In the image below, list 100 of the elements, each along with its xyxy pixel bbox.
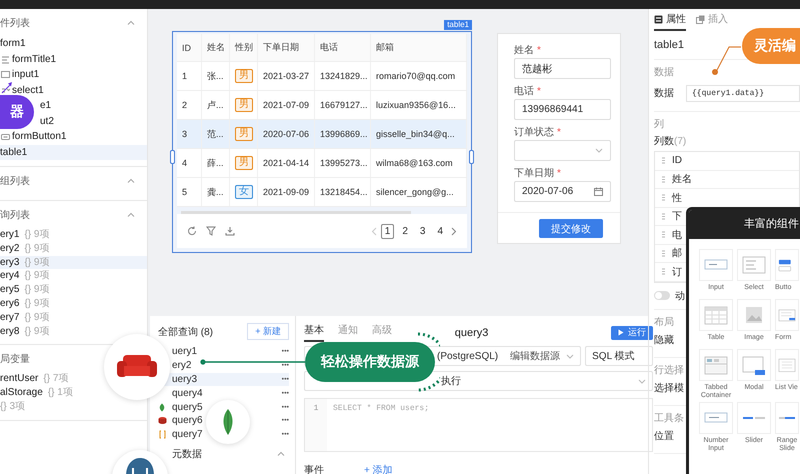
table-widget[interactable] <box>172 31 472 253</box>
select-field[interactable] <box>514 140 611 161</box>
properties-icon <box>654 14 663 24</box>
braces-icon <box>158 430 167 440</box>
variable-name[interactable]: ery6 <box>0 296 20 311</box>
table-cell: 13996869... <box>315 120 371 148</box>
table-cell: 4 <box>177 149 202 177</box>
column-item[interactable]: 下 <box>672 209 682 224</box>
component-tile[interactable] <box>737 299 771 331</box>
component-tile[interactable] <box>699 402 733 434</box>
insert-icon <box>696 14 705 24</box>
tree-item[interactable]: table1 <box>0 144 147 160</box>
table-cell: 薛... <box>202 149 230 177</box>
item-count: {} 9项 <box>24 228 50 242</box>
tab[interactable]: 属性 <box>654 12 686 31</box>
new-button[interactable]: + 新建 <box>247 323 289 340</box>
drag-handle-icon <box>661 212 666 220</box>
resize-handle[interactable] <box>170 150 175 164</box>
filter-icon <box>206 226 216 236</box>
column-item[interactable]: 姓名 <box>672 172 692 186</box>
page-button[interactable]: 3 <box>416 224 430 238</box>
page-button[interactable]: 2 <box>398 224 412 238</box>
add-link[interactable]: + 添加 <box>364 463 393 474</box>
text-icon <box>1 54 10 64</box>
component-tile[interactable] <box>775 349 799 381</box>
field-label: 列数 <box>654 136 674 147</box>
chevron-down-icon <box>638 378 646 384</box>
section-title: 件列表 <box>0 16 30 30</box>
variable-name[interactable]: ery8 <box>0 324 20 338</box>
column-header: 邮箱 <box>371 34 467 61</box>
variable-name[interactable]: ery7 <box>0 310 20 325</box>
section-title: 布局 <box>654 316 674 330</box>
column-item[interactable]: ID <box>672 155 682 166</box>
component-tile[interactable] <box>775 299 799 331</box>
input-field[interactable]: 范越彬 <box>514 58 611 79</box>
run-button[interactable]: 运行 <box>611 326 654 340</box>
tree-item[interactable]: input1 <box>12 67 40 82</box>
tree-item[interactable]: formButton1 <box>12 129 66 144</box>
input-field[interactable]: 13996869441 <box>514 99 611 120</box>
gender-tag: 男 <box>235 156 253 170</box>
variable-name[interactable]: rentUser <box>0 372 38 386</box>
component-tile[interactable] <box>737 349 771 381</box>
table-cell: 2 <box>177 91 202 119</box>
drag-handle-icon <box>661 231 666 238</box>
leader-line <box>710 46 744 76</box>
column-item[interactable]: 订 <box>672 264 682 279</box>
drag-handle-icon <box>661 176 666 183</box>
item-count: {} 9项 <box>24 283 50 297</box>
edit-link[interactable]: 编辑数据源 <box>510 349 560 363</box>
query-item[interactable]: query7 <box>172 429 203 440</box>
component-tile[interactable] <box>775 402 799 434</box>
item-count: {} 9项 <box>24 296 50 311</box>
table-cell: gisselle_bin34@q... <box>371 120 467 148</box>
page-button[interactable]: 1 <box>380 224 394 238</box>
resize-handle[interactable] <box>469 150 474 164</box>
tree-item[interactable]: select1 <box>12 82 44 98</box>
query-item[interactable]: query5 <box>172 402 203 413</box>
data-field[interactable]: {{query1.data}} <box>686 84 800 102</box>
section-title: 元数据 <box>172 448 202 461</box>
variable-name[interactable]: ery4 <box>0 269 20 284</box>
gender-tag: 女 <box>235 185 253 199</box>
tree-item[interactable]: formTitle1 <box>12 52 56 67</box>
variable-name[interactable]: alStorage <box>0 386 43 400</box>
column-item[interactable]: 性 <box>672 190 682 205</box>
table-cell: 2021-07-09 <box>258 91 315 119</box>
item-count: {} 1项 <box>48 386 73 400</box>
component-tile[interactable] <box>699 249 733 281</box>
submit-button[interactable]: 提交修改 <box>539 219 603 238</box>
variable-name[interactable]: ery3 <box>0 256 20 270</box>
item-count: {} 7项 <box>43 372 68 386</box>
query-item[interactable]: uery1 <box>172 346 198 358</box>
component-tile[interactable] <box>699 349 733 381</box>
query-item[interactable]: query4 <box>172 388 203 399</box>
item-count: {} 9项 <box>24 310 50 325</box>
tree-item[interactable]: form1 <box>0 36 147 52</box>
calendar-icon <box>594 187 603 196</box>
query-item[interactable]: uery3 <box>172 374 198 385</box>
column-item[interactable]: 邮 <box>672 246 682 260</box>
field-label: 订单状态 <box>514 126 554 139</box>
page-button[interactable]: 4 <box>433 224 447 238</box>
variable-name[interactable]: ery2 <box>0 242 20 256</box>
variable-name[interactable]: ery1 <box>0 228 20 242</box>
column-item[interactable]: 电 <box>672 228 682 242</box>
table-cell: 卢... <box>202 91 230 119</box>
tree-item[interactable]: e1 <box>40 98 52 114</box>
table-cell: 2020-07-06 <box>258 120 315 148</box>
date-field[interactable]: 2020-07-06 <box>514 181 611 202</box>
query-item[interactable]: ery2 <box>172 360 192 372</box>
toggle-switch[interactable] <box>654 291 670 300</box>
tree-item[interactable]: ut2 <box>40 114 54 129</box>
download-icon <box>225 226 235 236</box>
variable-name[interactable]: ery5 <box>0 283 20 297</box>
query-item[interactable]: query6 <box>172 415 203 426</box>
component-tile[interactable] <box>737 249 771 281</box>
mode-select[interactable]: SQL 模式 <box>585 346 654 366</box>
section-title: 列 <box>654 118 664 132</box>
column-header: ID <box>177 34 202 61</box>
component-tile[interactable] <box>699 299 733 331</box>
component-tile[interactable] <box>737 402 771 434</box>
component-tile[interactable] <box>775 249 799 281</box>
